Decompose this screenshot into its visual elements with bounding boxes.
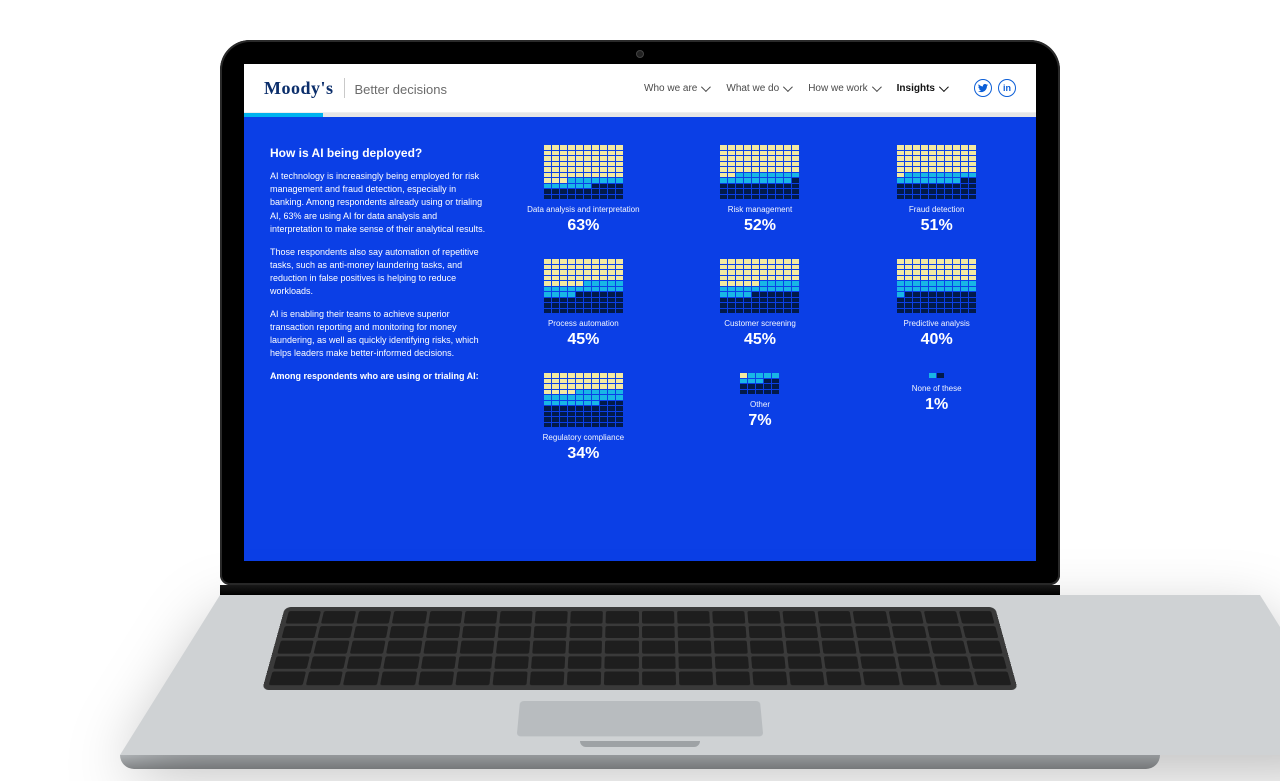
screen: Moody's Better decisions Who we are What… [244,64,1036,561]
waffle-label: Fraud detection [909,205,965,215]
nav-what-we-do[interactable]: What we do [726,83,790,94]
waffle-value: 1% [925,396,948,414]
primary-nav: Who we are What we do How we work I [644,79,1016,97]
brand-divider [344,78,345,98]
waffle-label: Process automation [548,319,619,329]
waffle-label: Other [750,400,770,410]
waffle-graphic [544,373,623,427]
waffle-value: 45% [567,331,599,349]
waffle-label: Data analysis and interpretation [527,205,640,215]
waffle-value: 7% [748,412,771,430]
waffle-graphic [740,373,779,394]
waffle-label: Customer screening [724,319,796,329]
waffle-tile: Risk management 52% [687,145,834,235]
waffle-tile: None of these 1% [863,373,1010,463]
waffle-value: 52% [744,217,776,235]
laptop-mockup: Moody's Better decisions Who we are What… [220,40,1060,769]
waffle-tile: Other 7% [687,373,834,463]
waffle-tile: Predictive analysis 40% [863,259,1010,349]
waffle-value: 34% [567,445,599,463]
waffle-tile: Process automation 45% [510,259,657,349]
twitter-icon[interactable] [974,79,992,97]
nav-how-we-work[interactable]: How we work [808,83,878,94]
brand-logo: Moody's [264,78,334,99]
hero-section: How is AI being deployed? AI technology … [244,117,1036,561]
article-closing: Among respondents who are using or trial… [270,370,490,383]
waffle-graphic [720,145,799,199]
keyboard [262,607,1018,690]
waffle-value: 63% [567,217,599,235]
waffle-graphic [544,145,623,199]
nav-label: What we do [726,83,779,94]
waffle-label: None of these [912,384,962,394]
nav-label: How we work [808,83,867,94]
laptop-keyboard-deck [120,595,1280,755]
social-links: in [974,79,1016,97]
article-copy: How is AI being deployed? AI technology … [270,145,490,541]
laptop-front-edge [120,755,1160,769]
camera-dot [636,50,644,58]
nav-label: Insights [897,83,935,94]
article-paragraph: AI is enabling their teams to achieve su… [270,308,490,360]
brand-tagline: Better decisions [355,82,448,97]
article-paragraph: AI technology is increasingly being empl… [270,170,490,235]
waffle-graphic [544,259,623,313]
waffle-label: Risk management [728,205,792,215]
nav-label: Who we are [644,83,697,94]
chevron-down-icon [783,82,793,92]
nav-insights[interactable]: Insights [897,83,946,94]
chevron-down-icon [701,82,711,92]
waffle-graphic [897,259,976,313]
article-paragraph: Those respondents also say automation of… [270,246,490,298]
laptop-notch [580,741,700,747]
top-nav: Moody's Better decisions Who we are What… [244,64,1036,113]
waffle-tile: Customer screening 45% [687,259,834,349]
waffle-label: Predictive analysis [904,319,970,329]
article-heading: How is AI being deployed? [270,145,490,162]
website: Moody's Better decisions Who we are What… [244,64,1036,561]
waffle-graphic [720,259,799,313]
laptop-deck [120,585,1160,769]
waffle-tile: Regulatory compliance 34% [510,373,657,463]
waffle-graphic [897,145,976,199]
linkedin-glyph: in [1003,83,1011,93]
laptop-lid: Moody's Better decisions Who we are What… [220,40,1060,585]
nav-who-we-are[interactable]: Who we are [644,83,708,94]
trackpad [517,701,764,736]
waffle-tile: Data analysis and interpretation 63% [510,145,657,235]
waffle-tile: Fraud detection 51% [863,145,1010,235]
waffle-value: 51% [921,217,953,235]
chevron-down-icon [939,82,949,92]
brand[interactable]: Moody's Better decisions [264,78,447,99]
waffle-graphic [929,373,944,378]
waffle-value: 40% [921,331,953,349]
laptop-hinge [220,585,1060,595]
waffle-label: Regulatory compliance [543,433,624,443]
chevron-down-icon [872,82,882,92]
waffle-chart-grid: Data analysis and interpretation 63% Risk … [510,145,1010,541]
linkedin-icon[interactable]: in [998,79,1016,97]
waffle-value: 45% [744,331,776,349]
